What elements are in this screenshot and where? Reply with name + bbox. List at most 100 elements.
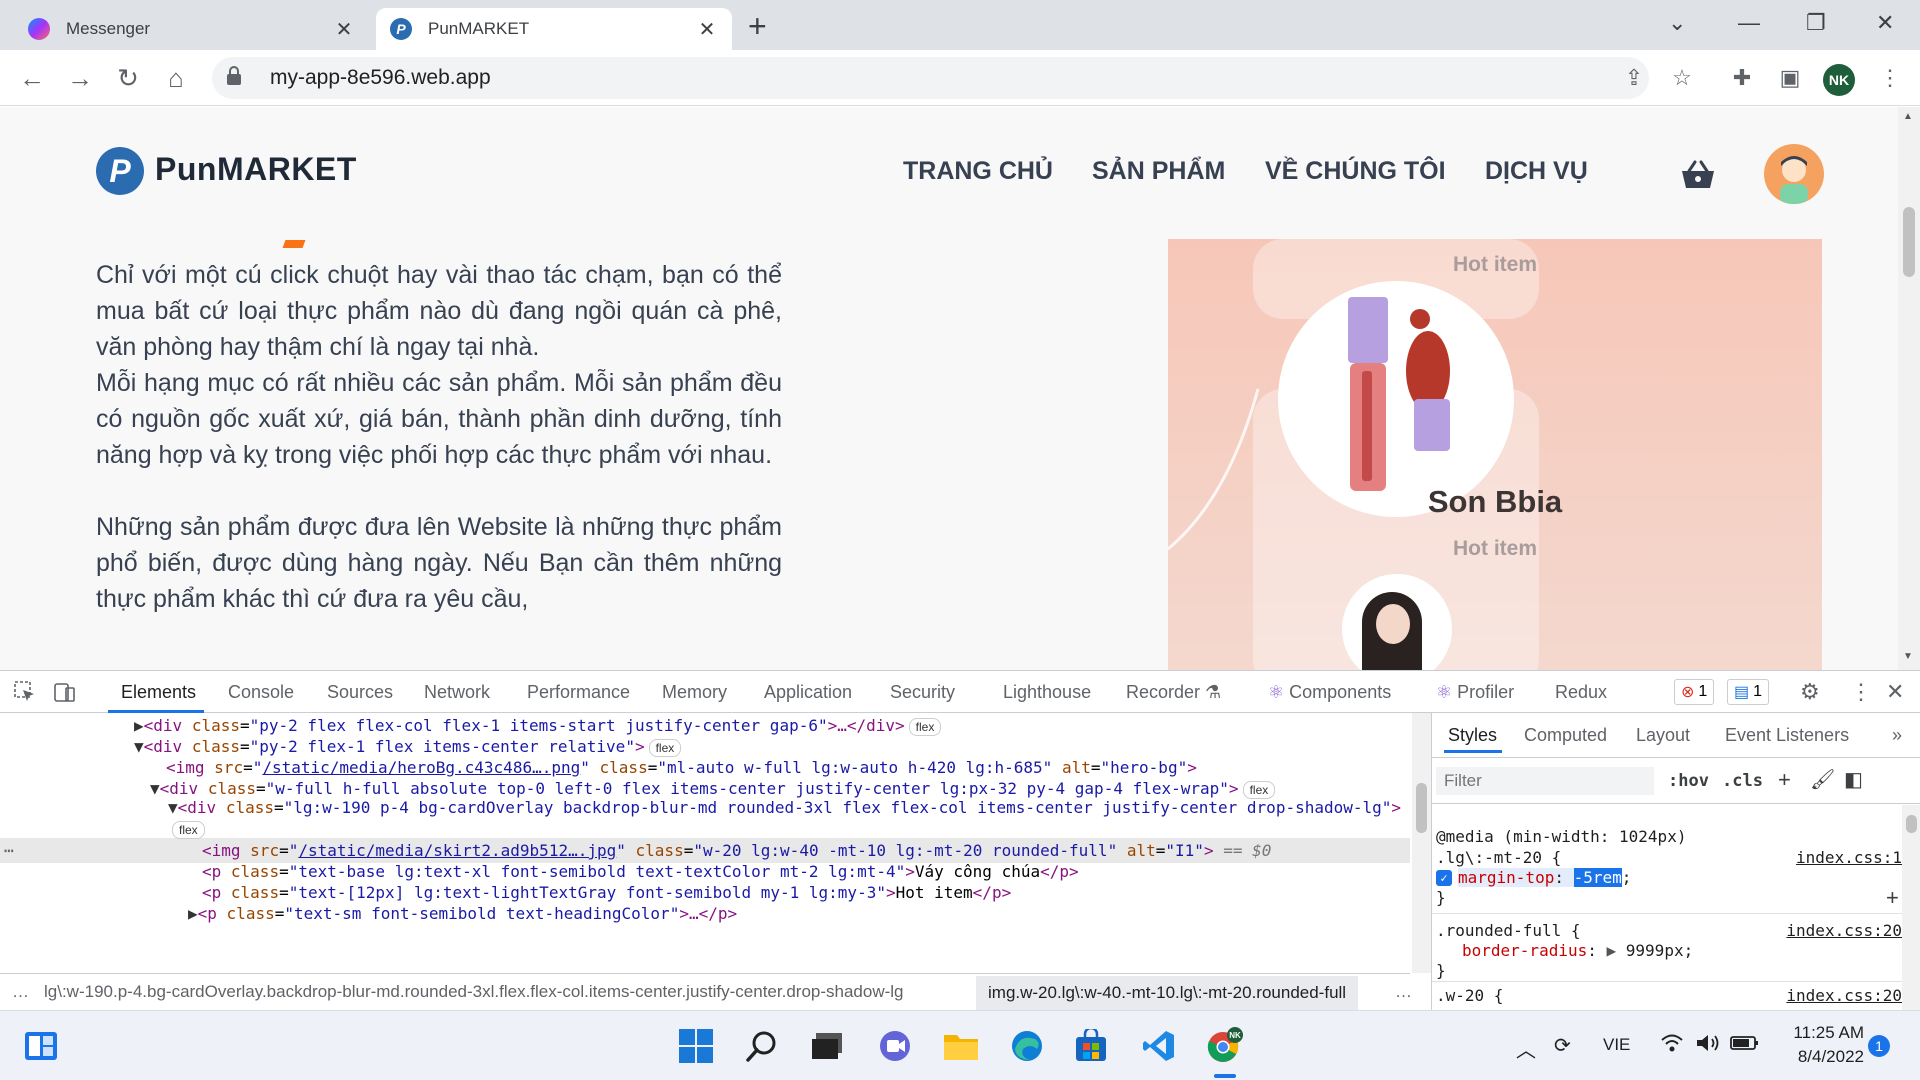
breadcrumb-item-selected[interactable]: img.w-20.lg\:w-40.-mt-10.lg\:-mt-20.roun… <box>976 976 1359 1010</box>
settings-gear-icon[interactable]: ⚙ <box>1800 679 1820 705</box>
user-avatar[interactable] <box>1764 144 1824 204</box>
css-declaration[interactable]: ✓ margin-top: -5rem; <box>1436 868 1631 887</box>
toggle-sidebar-icon[interactable]: ◧ <box>1844 767 1863 792</box>
home-icon[interactable]: ⌂ <box>160 62 192 94</box>
breadcrumb-item[interactable]: lg\:w-190.p-4.bg-cardOverlay.backdrop-bl… <box>44 982 976 1002</box>
brand-name[interactable]: PunMARKET <box>155 151 357 188</box>
breadcrumb-overflow[interactable]: … <box>12 982 29 1002</box>
elements-scrollbar[interactable] <box>1412 713 1431 973</box>
close-icon[interactable]: ✕ <box>696 18 718 41</box>
restore-icon[interactable]: ❐ <box>1806 10 1826 36</box>
menu-icon[interactable]: ⋮ <box>1876 64 1904 92</box>
rule-source-link[interactable]: index.css:20 <box>1786 986 1902 1005</box>
vscode-icon[interactable] <box>1140 1027 1178 1065</box>
paint-brush-icon[interactable]: 🖌 <box>1810 767 1835 792</box>
chrome-icon[interactable]: NK <box>1206 1027 1244 1065</box>
event-listeners-tab[interactable]: Event Listeners <box>1725 725 1849 746</box>
devtools-tab-components[interactable]: ⚛ Components <box>1268 682 1391 703</box>
close-icon[interactable]: ✕ <box>333 18 355 41</box>
bookmark-star-icon[interactable]: ☆ <box>1668 64 1696 92</box>
devtools-tab-network[interactable]: Network <box>424 682 490 703</box>
flex-badge[interactable]: flex <box>648 738 682 757</box>
sync-icon[interactable]: ⟳ <box>1554 1033 1571 1058</box>
file-explorer-icon[interactable] <box>942 1027 980 1065</box>
rule-selector[interactable]: .w-20 { <box>1436 986 1503 1005</box>
close-window-icon[interactable]: ✕ <box>1876 10 1894 36</box>
dom-node[interactable]: ▼<div class="lg:w-190 p-4 bg-cardOverlay… <box>168 797 1403 843</box>
reload-icon[interactable]: ↻ <box>112 62 144 94</box>
clock-time[interactable]: 11:25 AM <box>1784 1023 1864 1043</box>
devtools-tab-memory[interactable]: Memory <box>662 682 727 703</box>
language-indicator[interactable]: VIE <box>1603 1035 1630 1055</box>
rule-selector[interactable]: .rounded-full { <box>1436 921 1581 940</box>
close-devtools-icon[interactable]: ✕ <box>1886 679 1904 705</box>
more-options-icon[interactable]: ⋮ <box>1850 679 1872 705</box>
battery-icon[interactable] <box>1730 1033 1760 1058</box>
devtools-tab-console[interactable]: Console <box>228 682 294 703</box>
start-icon[interactable] <box>677 1027 715 1065</box>
clock-date[interactable]: 8/4/2022 <box>1784 1047 1864 1067</box>
nav-products[interactable]: SẢN PHẨM <box>1092 157 1225 186</box>
scrollbar-thumb[interactable] <box>1903 207 1915 277</box>
profile-avatar[interactable]: NK <box>1823 64 1855 96</box>
devtools-tab-profiler[interactable]: ⚛ Profiler <box>1436 682 1514 703</box>
css-declaration[interactable]: border-radius: ▶ 9999px; <box>1462 941 1693 960</box>
wifi-icon[interactable] <box>1660 1033 1684 1059</box>
nav-about[interactable]: VỀ CHÚNG TÔI <box>1265 157 1446 186</box>
edge-icon[interactable] <box>1008 1027 1046 1065</box>
scrollbar-thumb[interactable] <box>1416 783 1427 833</box>
side-panel-icon[interactable]: ▣ <box>1776 64 1804 92</box>
declaration-checkbox[interactable]: ✓ <box>1436 870 1452 886</box>
notification-badge[interactable]: 1 <box>1868 1035 1890 1057</box>
img-src-link[interactable]: /static/media/skirt2.ad9b512….jpg <box>298 841 616 860</box>
device-toolbar-icon[interactable] <box>54 681 76 708</box>
styles-tab[interactable]: Styles <box>1448 725 1497 746</box>
forward-icon[interactable]: → <box>64 62 96 94</box>
img-src-link[interactable]: /static/media/heroBg.c43c486….png <box>262 758 580 777</box>
cart-icon[interactable] <box>1680 159 1716 191</box>
tab-messenger[interactable]: Messenger ✕ <box>14 8 369 50</box>
share-icon[interactable]: ⇪ <box>1620 64 1648 92</box>
devtools-tab-elements[interactable]: Elements <box>121 682 196 703</box>
store-icon[interactable] <box>1072 1027 1110 1065</box>
flex-badge[interactable]: flex <box>908 717 942 736</box>
error-count-badge[interactable]: ⊗ 1 <box>1674 679 1715 705</box>
styles-filter-input[interactable] <box>1436 767 1654 795</box>
search-icon[interactable] <box>743 1027 781 1065</box>
minimize-icon[interactable]: — <box>1738 10 1760 36</box>
back-icon[interactable]: ← <box>16 62 48 94</box>
devtools-tab-redux[interactable]: Redux <box>1555 682 1607 703</box>
widgets-icon[interactable] <box>22 1027 60 1065</box>
rule-source-link[interactable]: index.css:1 <box>1796 848 1902 867</box>
add-property-icon[interactable]: + <box>1886 885 1899 911</box>
dom-node[interactable]: ▶<p class="text-sm font-semibold text-he… <box>188 901 737 926</box>
computed-tab[interactable]: Computed <box>1524 725 1607 746</box>
rule-source-link[interactable]: index.css:20 <box>1786 921 1902 940</box>
css-value[interactable]: -5rem <box>1573 868 1622 887</box>
devtools-tab-security[interactable]: Security <box>890 682 955 703</box>
breadcrumb-overflow[interactable]: … <box>1395 982 1410 1002</box>
message-count-badge[interactable]: ▤ 1 <box>1727 679 1770 705</box>
chevron-up-icon[interactable]: ︿ <box>1516 1034 1536 1063</box>
inspect-element-icon[interactable] <box>14 681 36 708</box>
scrollbar-thumb[interactable] <box>1906 815 1917 833</box>
new-rule-icon[interactable]: + <box>1778 767 1791 793</box>
devtools-tab-recorder[interactable]: Recorder ⚗ <box>1126 682 1221 703</box>
new-tab-button[interactable]: + <box>748 10 767 42</box>
flex-badge[interactable]: flex <box>172 820 205 839</box>
devtools-tab-lighthouse[interactable]: Lighthouse <box>1003 682 1091 703</box>
devtools-tab-performance[interactable]: Performance <box>527 682 630 703</box>
page-scrollbar[interactable]: ▲ ▼ <box>1898 107 1920 670</box>
tab-punmarket[interactable]: P PunMARKET ✕ <box>376 8 732 50</box>
chat-icon[interactable] <box>876 1027 914 1065</box>
tab-search-icon[interactable]: ⌄ <box>1668 10 1686 36</box>
task-view-icon[interactable] <box>808 1027 846 1065</box>
address-bar[interactable]: my-app-8e596.web.app <box>212 57 1649 99</box>
class-toggle[interactable]: .cls <box>1722 771 1763 791</box>
css-value[interactable]: 9999px <box>1626 941 1684 960</box>
volume-icon[interactable] <box>1696 1033 1722 1058</box>
styles-scrollbar[interactable] <box>1902 805 1920 1011</box>
node-actions-ellipsis[interactable]: ⋯ <box>4 838 14 863</box>
hover-state-toggle[interactable]: :hov <box>1668 771 1709 791</box>
devtools-tab-sources[interactable]: Sources <box>327 682 393 703</box>
